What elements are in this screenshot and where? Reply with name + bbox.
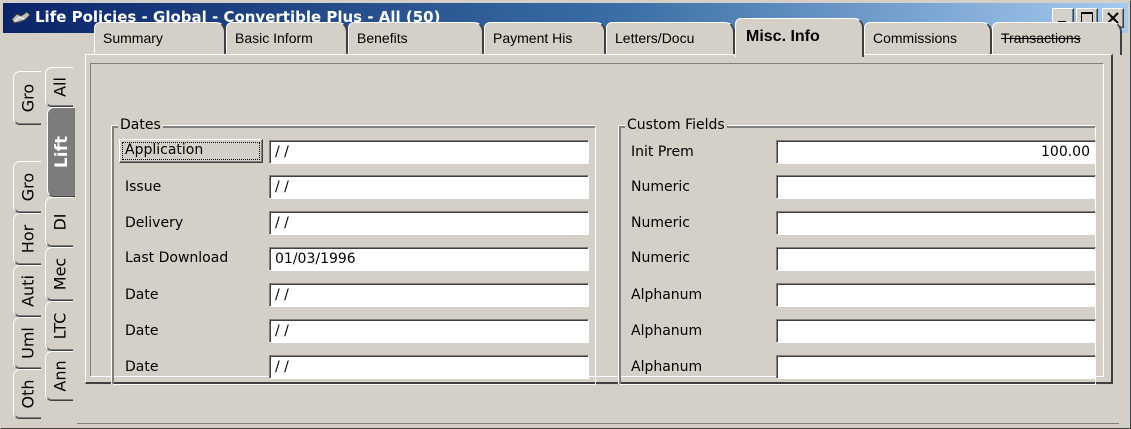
- tab-transactions[interactable]: Transactions: [992, 22, 1122, 55]
- date-3-field[interactable]: / /: [269, 355, 589, 379]
- last-download-label: Last Download: [125, 250, 229, 266]
- side-tab-all[interactable]: All: [45, 67, 73, 107]
- side-tab-di[interactable]: DI: [45, 197, 73, 247]
- side-tab-lift[interactable]: Lift: [47, 107, 75, 197]
- client-bottom-edge: [77, 421, 1119, 424]
- side-tab-hor[interactable]: Hor: [13, 213, 41, 265]
- numeric-3-field[interactable]: [776, 247, 1096, 271]
- last-download-field[interactable]: 01/03/1996: [269, 247, 589, 271]
- date-1-label: Date: [125, 287, 159, 303]
- side-tab-gro-lower[interactable]: Gro: [13, 161, 41, 213]
- side-tab-ltc[interactable]: LTC: [45, 301, 73, 351]
- date-3-label: Date: [125, 359, 159, 375]
- issue-date-label: Issue: [125, 179, 162, 195]
- delivery-date-field[interactable]: / /: [269, 211, 589, 235]
- tab-misc-info[interactable]: Misc. Info: [735, 18, 864, 57]
- side-tab-auti[interactable]: Auti: [13, 265, 41, 317]
- custom-fields-group-title: Custom Fields: [625, 117, 727, 133]
- init-prem-label: Init Prem: [631, 144, 694, 160]
- tab-payment-history[interactable]: Payment His: [484, 22, 606, 55]
- date-2-field[interactable]: / /: [269, 319, 589, 343]
- dates-group-title: Dates: [118, 117, 163, 133]
- tab-commissions[interactable]: Commissions: [864, 22, 992, 55]
- alphanum-3-label: Alphanum: [631, 359, 703, 375]
- side-tab-mec[interactable]: Mec: [45, 247, 73, 301]
- alphanum-2-field[interactable]: [776, 319, 1096, 343]
- delivery-date-label: Delivery: [125, 215, 184, 231]
- tab-letters-documents[interactable]: Letters/Docu: [606, 22, 735, 55]
- side-tab-gro-upper[interactable]: Gro: [13, 71, 41, 125]
- tab-basic-information[interactable]: Basic Inform: [226, 22, 348, 55]
- app-window: Life Policies - Global - Convertible Plu…: [0, 0, 1131, 429]
- side-tab-ann[interactable]: Ann: [45, 351, 73, 401]
- alphanum-3-field[interactable]: [776, 355, 1096, 379]
- numeric-1-field[interactable]: [776, 175, 1096, 199]
- alphanum-1-label: Alphanum: [631, 287, 703, 303]
- date-2-label: Date: [125, 323, 159, 339]
- init-prem-field[interactable]: 100.00: [776, 140, 1096, 164]
- numeric-2-field[interactable]: [776, 211, 1096, 235]
- alphanum-2-label: Alphanum: [631, 323, 703, 339]
- side-tab-oth[interactable]: Oth: [13, 369, 41, 419]
- numeric-3-label: Numeric: [631, 250, 690, 266]
- alphanum-1-field[interactable]: [776, 283, 1096, 307]
- tab-summary[interactable]: Summary: [94, 22, 226, 55]
- numeric-2-label: Numeric: [631, 215, 690, 231]
- tab-benefits[interactable]: Benefits: [348, 22, 484, 55]
- numeric-1-label: Numeric: [631, 179, 690, 195]
- application-date-field[interactable]: / /: [269, 140, 589, 164]
- application-date-button[interactable]: Application: [119, 139, 263, 163]
- side-tab-uml[interactable]: Uml: [13, 317, 41, 369]
- issue-date-field[interactable]: / /: [269, 175, 589, 199]
- date-1-field[interactable]: / /: [269, 283, 589, 307]
- policy-icon[interactable]: [11, 10, 31, 26]
